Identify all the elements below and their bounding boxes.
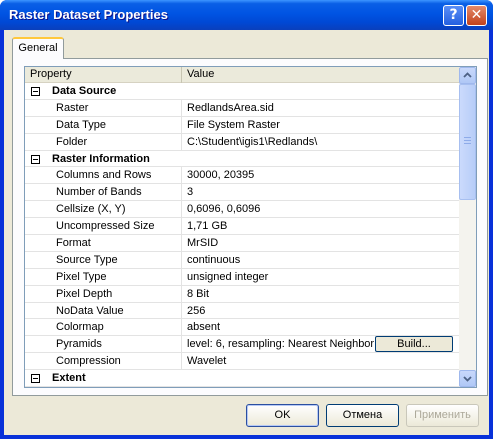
property-name: Pyramids [25,336,182,353]
ok-button[interactable]: OK [246,404,319,427]
property-value: Wavelet [187,355,227,368]
dialog-window: Raster Dataset Properties ? ✕ General Pr… [0,0,493,439]
property-value: 1,71 GB [187,220,228,233]
property-row[interactable]: Number of Bands 3 [25,184,459,202]
general-tab-panel: Property Value Data Source Raster Redlan… [12,58,488,396]
property-name: NoData Value [25,302,182,319]
build-pyramids-button[interactable]: Build... [375,336,453,353]
close-button[interactable]: ✕ [466,5,487,26]
property-name: Number of Bands [25,184,182,201]
column-header-property[interactable]: Property [25,67,182,83]
property-name: Pixel Depth [25,285,182,302]
help-icon: ? [449,7,458,23]
category-row[interactable]: Data Source [25,83,459,100]
category-label: Raster Information [52,152,150,165]
property-value: 8 Bit [187,287,210,300]
category-label: Extent [52,372,86,385]
property-row[interactable]: Uncompressed Size 1,71 GB [25,218,459,236]
category-label: Data Source [52,85,117,97]
chevron-up-icon [463,72,472,78]
property-row[interactable]: NoData Value 256 [25,302,459,320]
property-name: Cellsize (X, Y) [25,201,182,218]
grid-rows: Data Source Raster RedlandsArea.sid Data… [25,83,459,387]
tab-general[interactable]: General [12,37,64,59]
property-name: Data Type [25,116,182,133]
property-name: Colormap [25,319,182,336]
title-bar[interactable]: Raster Dataset Properties ? ✕ [0,0,493,30]
property-row[interactable]: Folder C:\Student\igis1\Redlands\ [25,133,459,151]
property-name: Columns and Rows [25,167,182,184]
vertical-scrollbar[interactable] [459,67,476,387]
help-button[interactable]: ? [443,5,464,26]
grip-line [464,140,471,141]
property-value: C:\Student\igis1\Redlands\ [187,135,318,148]
property-row[interactable]: Raster RedlandsArea.sid [25,99,459,117]
property-value: RedlandsArea.sid [187,101,274,114]
grid-header: Property Value [25,67,459,83]
property-row[interactable]: Format MrSID [25,235,459,252]
property-value: 0,6096, 0,6096 [187,203,261,216]
scroll-up-button[interactable] [459,67,476,84]
property-name: Uncompressed Size [25,218,182,235]
category-row[interactable]: Extent [25,370,459,387]
column-header-value[interactable]: Value [182,67,459,83]
property-value: 3 [187,186,194,199]
property-value: absent [187,321,221,334]
property-row[interactable]: Compression Wavelet [25,353,459,371]
grip-line [464,137,471,138]
cancel-button[interactable]: Отмена [326,404,399,427]
property-value: 30000, 20395 [187,169,255,182]
window-title: Raster Dataset Properties [9,7,168,22]
property-row[interactable]: Pyramids level: 6, resampling: Nearest N… [25,336,459,354]
close-icon: ✕ [470,7,483,23]
dialog-body: General Property Value Data Source Raste… [4,30,489,435]
property-name: Pixel Type [25,268,182,285]
apply-button[interactable]: Применить [406,404,479,427]
property-value: continuous [187,253,241,266]
property-row[interactable]: Data Type File System Raster [25,116,459,134]
property-row[interactable]: Cellsize (X, Y) 0,6096, 0,6096 [25,201,459,219]
property-grid: Property Value Data Source Raster Redlan… [24,66,477,388]
property-value: MrSID [187,237,219,250]
property-name: Source Type [25,251,182,268]
property-name: Folder [25,133,182,150]
property-row[interactable]: Pixel Type unsigned integer [25,268,459,286]
scrollbar-thumb[interactable] [459,84,476,200]
property-row[interactable]: Colormap absent [25,319,459,337]
property-name: Raster [25,99,182,116]
chevron-down-icon [463,376,472,382]
property-value: File System Raster [187,118,280,131]
property-value: level: 6, resampling: Nearest Neighbor [187,338,374,351]
property-row[interactable]: Source Type continuous [25,251,459,269]
property-row[interactable]: Columns and Rows 30000, 20395 [25,167,459,185]
property-value: 256 [187,304,206,317]
grip-line [464,143,471,144]
property-row[interactable]: Pixel Depth 8 Bit [25,285,459,303]
property-name: Compression [25,353,182,370]
scroll-down-button[interactable] [459,370,476,387]
category-row[interactable]: Raster Information [25,151,459,168]
property-name: Format [25,235,182,251]
property-value: unsigned integer [187,270,269,283]
